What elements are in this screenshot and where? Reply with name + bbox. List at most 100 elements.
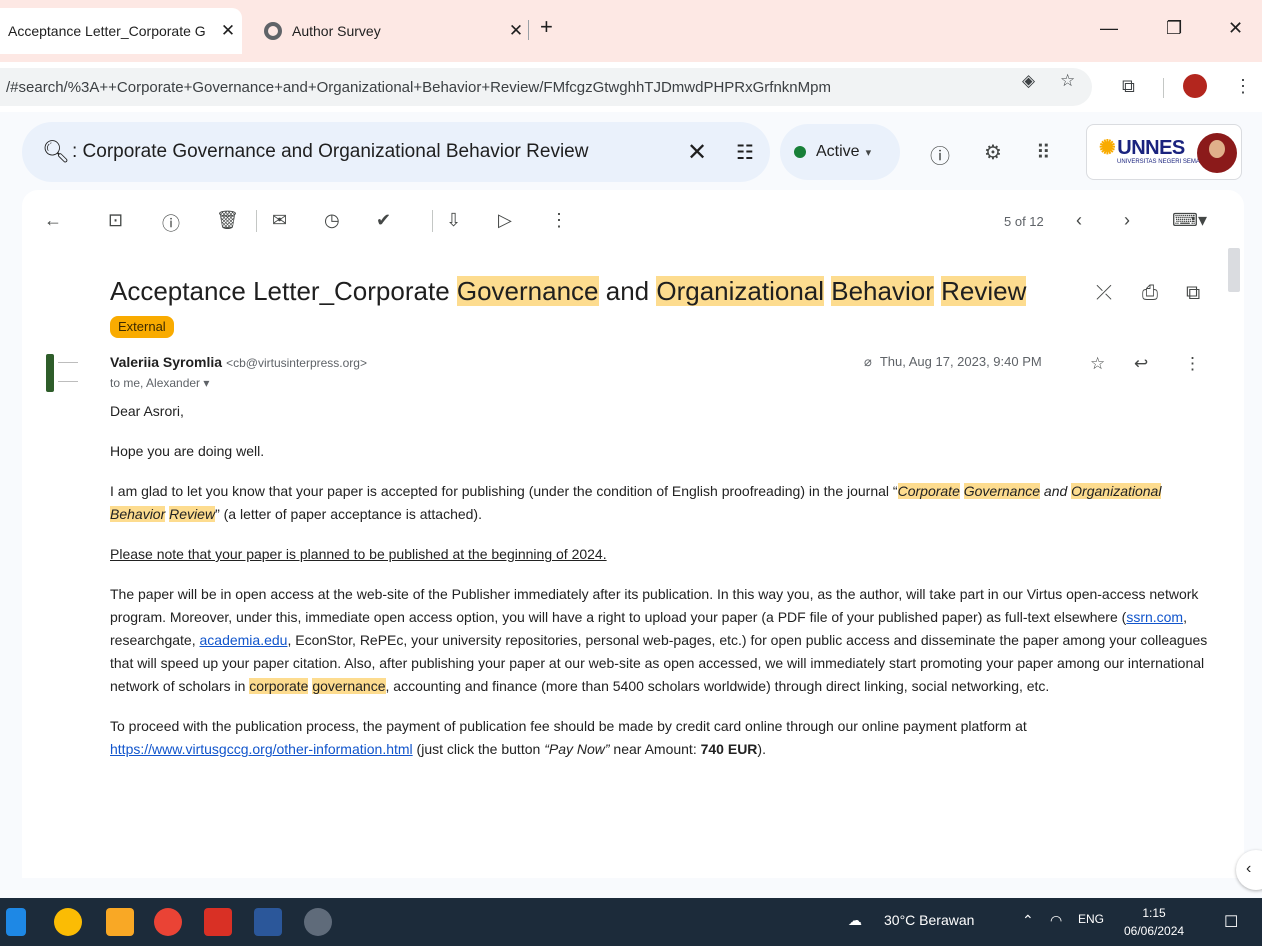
search-options-icon[interactable]: ☷ [720,140,770,165]
word-icon[interactable] [254,908,282,936]
tab-separator [528,20,529,40]
move-to-icon[interactable]: ⇩ [446,210,461,231]
report-spam-icon[interactable]: ⓘ [162,210,180,236]
active-status-dot [794,146,806,158]
mail-panel: ← ⊡ ⓘ 🗑︎ ✉ ◷ ✔ ⇩ ▷ ⋮ 5 of 12 ‹ › ⌨▾ Acce… [22,190,1244,878]
pagination-count: 5 of 12 [1004,214,1044,229]
more-options-icon[interactable]: ⋮ [550,210,568,231]
scrollbar-thumb[interactable] [1228,248,1240,292]
body-paragraph: Hope you are doing well. [110,443,265,459]
sender-name[interactable]: Valeriia Syromlia <cb@virtusinterpress.or… [110,354,367,370]
chrome-icon[interactable] [54,908,82,936]
caret-down-icon: ▾ [203,376,210,390]
search-input[interactable]: : Corporate Governance and Organizationa… [72,141,674,163]
message-more-icon[interactable]: ⋮ [1184,354,1201,374]
url-text: /#search/%3A++Corporate+Governance+and+O… [6,78,831,96]
account-switcher[interactable]: ✺ UNNES UNIVERSITAS NEGERI SEMARANG [1086,124,1242,180]
language-indicator[interactable]: ENG [1078,912,1104,926]
search-icon[interactable]: 🔍︎ [42,139,72,165]
toolbar-divider [256,210,257,232]
toolbar-divider [432,210,433,232]
tab-author-survey[interactable]: Author Survey ✕ [250,8,530,54]
new-tab-icon[interactable]: + [540,14,553,40]
publication-note: Please note that your paper is planned t… [110,546,607,562]
body-paragraph: I am glad to let you know that your pape… [110,483,1162,522]
sender-avatar[interactable] [42,350,82,396]
weather-icon[interactable]: ☁ [848,912,862,929]
apps-grid-icon[interactable]: ⠿ [1036,140,1051,165]
archive-icon[interactable]: ⊡ [108,210,123,231]
acrobat-reader-icon[interactable] [204,908,232,936]
open-new-window-icon[interactable]: ⧉ [1186,282,1200,305]
restore-icon[interactable]: ❐ [1166,18,1182,39]
gmail-header: 🔍︎ : Corporate Governance and Organizati… [0,112,1262,190]
weather-text[interactable]: 30°C Berawan [884,912,974,928]
attachment-clip-icon: ⌀ [864,354,872,369]
back-arrow-icon[interactable]: ← [44,210,62,231]
settings-gear-icon[interactable]: ⚙ [984,140,1002,165]
academia-link[interactable]: academia.edu [200,632,288,648]
reply-icon[interactable]: ↩ [1134,354,1148,374]
label-icon[interactable]: ▷ [498,210,512,231]
account-avatar[interactable] [1197,133,1237,173]
input-tools-keyboard-icon[interactable]: ⌨▾ [1172,210,1207,231]
mark-unread-icon[interactable]: ✉ [272,210,287,231]
payment-link[interactable]: https://www.virtusgccg.org/other-informa… [110,741,413,757]
chrome-profile-icon[interactable] [154,908,182,936]
collapse-all-icon[interactable]: ⤫ [1096,282,1112,305]
search-bar[interactable]: 🔍︎ : Corporate Governance and Organizati… [22,122,770,182]
browser-tab-strip: Acceptance Letter_Corporate G ✕ Author S… [0,0,1262,62]
status-selector[interactable]: Active ▾ [780,124,900,180]
print-icon[interactable]: ⎙ [1142,282,1158,305]
ssrn-link[interactable]: ssrn.com [1126,609,1183,625]
clear-search-icon[interactable]: ✕ [674,138,720,167]
org-logo: ✺ UNNES [1099,137,1185,159]
newer-chevron-icon[interactable]: ‹ [1076,210,1082,231]
help-icon[interactable]: ⓘ [930,140,950,169]
bookmark-star-icon[interactable]: ☆ [1060,71,1075,91]
recipients-dropdown[interactable]: to me, Alexander ▾ [110,376,209,390]
tab-title: Author Survey [292,23,381,39]
minimize-icon[interactable]: — [1100,18,1118,39]
body-paragraph: The paper will be in open access at the … [110,586,1208,694]
add-task-icon[interactable]: ✔ [376,210,391,231]
close-tab-icon[interactable]: ✕ [502,21,530,41]
extension-lens-icon[interactable]: ◈ [1022,71,1035,91]
email-subject: Acceptance Letter_Corporate Governance a… [110,276,1027,306]
globe-icon [264,22,282,40]
tray-chevron-icon[interactable]: ⌃ [1022,912,1034,929]
delete-icon[interactable]: 🗑︎ [216,210,239,231]
paint-icon[interactable] [304,908,332,936]
search-highlight: Organizational [656,276,825,306]
notification-icon[interactable]: ☐ [1224,912,1238,932]
greeting: Dear Asrori, [110,403,184,419]
status-label: Active [816,143,860,160]
close-tab-icon[interactable]: ✕ [214,21,242,41]
search-highlight: Governance [456,276,599,306]
extensions-puzzle-icon[interactable]: ⧉ [1122,76,1135,97]
sender-email: <cb@virtusinterpress.org> [226,356,367,370]
wifi-icon[interactable]: ◠ [1050,912,1062,929]
snooze-clock-icon[interactable]: ◷ [324,210,340,231]
start-windows-icon[interactable] [6,908,26,936]
search-highlight: Behavior [831,276,934,306]
toolbar-divider [1163,78,1164,98]
journal-cover-icon [46,354,54,392]
window-close-icon[interactable]: ✕ [1228,18,1243,39]
older-chevron-icon[interactable]: › [1124,210,1130,231]
windows-taskbar: ☁ 30°C Berawan ⌃ ◠ ENG 1:15 06/06/2024 ☐ [0,898,1262,946]
side-panel-toggle[interactable]: ‹ [1236,850,1262,890]
search-highlight: Review [941,276,1027,306]
tab-acceptance-letter[interactable]: Acceptance Letter_Corporate G ✕ [0,8,242,54]
address-bar[interactable]: /#search/%3A++Corporate+Governance+and+O… [0,68,1092,106]
sun-logo-icon: ✺ [1099,137,1116,159]
browser-menu-icon[interactable]: ⋮ [1234,76,1252,97]
email-body: Dear Asrori, Hope you are doing well. I … [110,400,1220,778]
browser-toolbar: /#search/%3A++Corporate+Governance+and+O… [0,62,1262,112]
star-icon[interactable]: ☆ [1090,354,1105,374]
external-label-badge[interactable]: External [110,316,174,338]
chevron-down-icon: ▾ [865,146,872,159]
profile-avatar[interactable] [1183,74,1207,98]
file-explorer-icon[interactable] [106,908,134,936]
taskbar-clock[interactable]: 1:15 06/06/2024 [1124,904,1184,940]
